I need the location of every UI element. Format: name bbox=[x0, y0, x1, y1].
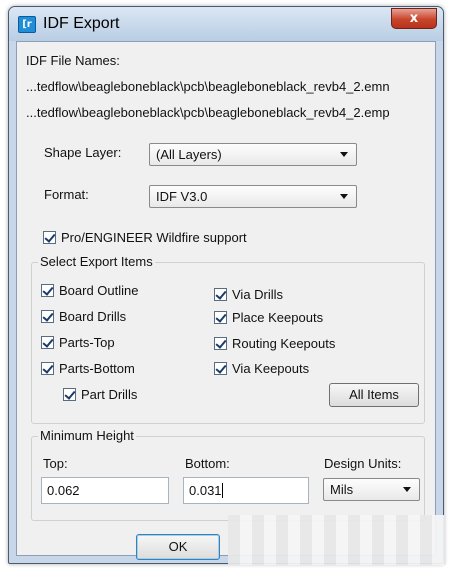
window-title: IDF Export bbox=[43, 15, 120, 32]
format-select[interactable]: IDF V3.0 bbox=[149, 185, 357, 208]
wildfire-support-label: Pro/ENGINEER Wildfire support bbox=[61, 230, 247, 245]
wildfire-support-checkbox[interactable]: Pro/ENGINEER Wildfire support bbox=[43, 230, 247, 245]
board-drills-label: Board Drills bbox=[59, 309, 127, 324]
bottom-height-value: 0.031 bbox=[189, 483, 222, 498]
all-items-button[interactable]: All Items bbox=[329, 383, 419, 407]
checkbox-checked-icon bbox=[41, 336, 54, 349]
checkbox-checked-icon bbox=[214, 362, 227, 375]
design-units-label: Design Units: bbox=[324, 456, 402, 471]
via-drills-label: Via Drills bbox=[232, 287, 284, 302]
part-drills-label: Part Drills bbox=[81, 387, 138, 402]
parts-top-checkbox[interactable]: Parts-Top bbox=[41, 335, 115, 350]
chevron-down-icon bbox=[340, 152, 348, 157]
app-icon: [r bbox=[18, 16, 36, 33]
chevron-down-icon bbox=[403, 487, 411, 492]
checkbox-checked-icon bbox=[214, 288, 227, 301]
top-label: Top: bbox=[43, 456, 68, 471]
file-names-label: IDF File Names: bbox=[26, 53, 120, 68]
checkbox-checked-icon bbox=[41, 362, 54, 375]
shape-layer-value: (All Layers) bbox=[156, 147, 222, 162]
routing-keepouts-checkbox[interactable]: Routing Keepouts bbox=[214, 336, 335, 351]
bottom-height-input[interactable]: 0.031 bbox=[183, 477, 309, 504]
checkbox-checked-icon bbox=[41, 310, 54, 323]
minimum-height-title: Minimum Height bbox=[38, 428, 136, 443]
parts-top-label: Parts-Top bbox=[59, 335, 115, 350]
emp-file-path: ...tedflow\beagleboneblack\pcb\beaglebon… bbox=[26, 105, 390, 120]
title-bar[interactable]: [r IDF Export x bbox=[9, 7, 443, 41]
minimum-height-group: Minimum Height Top: 0.062 Bottom: 0.031 … bbox=[31, 428, 425, 521]
shape-layer-label: Shape Layer: bbox=[44, 145, 122, 160]
export-items-group: Select Export Items Board Outline Board … bbox=[31, 254, 425, 424]
format-label: Format: bbox=[44, 187, 89, 202]
place-keepouts-checkbox[interactable]: Place Keepouts bbox=[214, 310, 323, 325]
close-button[interactable]: x bbox=[391, 8, 437, 29]
design-units-select[interactable]: Mils bbox=[323, 478, 420, 501]
dialog-body: IDF File Names: ...tedflow\beaglebonebla… bbox=[16, 41, 436, 560]
checkbox-checked-icon bbox=[43, 231, 56, 244]
text-caret bbox=[221, 483, 223, 498]
place-keepouts-label: Place Keepouts bbox=[232, 310, 324, 325]
checkbox-checked-icon bbox=[63, 388, 76, 401]
board-outline-label: Board Outline bbox=[59, 283, 139, 298]
format-value: IDF V3.0 bbox=[156, 189, 208, 204]
parts-bottom-label: Parts-Bottom bbox=[59, 361, 135, 376]
checkbox-checked-icon bbox=[214, 311, 227, 324]
checkbox-checked-icon bbox=[214, 337, 227, 350]
top-height-input[interactable]: 0.062 bbox=[41, 477, 169, 504]
via-keepouts-label: Via Keepouts bbox=[232, 361, 310, 376]
emn-file-path: ...tedflow\beagleboneblack\pcb\beaglebon… bbox=[26, 79, 390, 94]
board-outline-checkbox[interactable]: Board Outline bbox=[41, 283, 139, 298]
parts-bottom-checkbox[interactable]: Parts-Bottom bbox=[41, 361, 135, 376]
via-keepouts-checkbox[interactable]: Via Keepouts bbox=[214, 361, 309, 376]
design-units-value: Mils bbox=[330, 482, 354, 497]
board-drills-checkbox[interactable]: Board Drills bbox=[41, 309, 126, 324]
part-drills-checkbox[interactable]: Part Drills bbox=[63, 387, 137, 402]
routing-keepouts-label: Routing Keepouts bbox=[232, 336, 336, 351]
checkbox-checked-icon bbox=[41, 284, 54, 297]
shape-layer-select[interactable]: (All Layers) bbox=[149, 143, 357, 166]
export-items-title: Select Export Items bbox=[38, 254, 155, 269]
ok-button[interactable]: OK bbox=[136, 534, 220, 560]
via-drills-checkbox[interactable]: Via Drills bbox=[214, 287, 283, 302]
chevron-down-icon bbox=[340, 194, 348, 199]
bottom-label: Bottom: bbox=[185, 456, 230, 471]
watermark-blur bbox=[228, 515, 446, 565]
idf-export-dialog: [r IDF Export x IDF File Names: ...tedfl… bbox=[8, 6, 444, 564]
